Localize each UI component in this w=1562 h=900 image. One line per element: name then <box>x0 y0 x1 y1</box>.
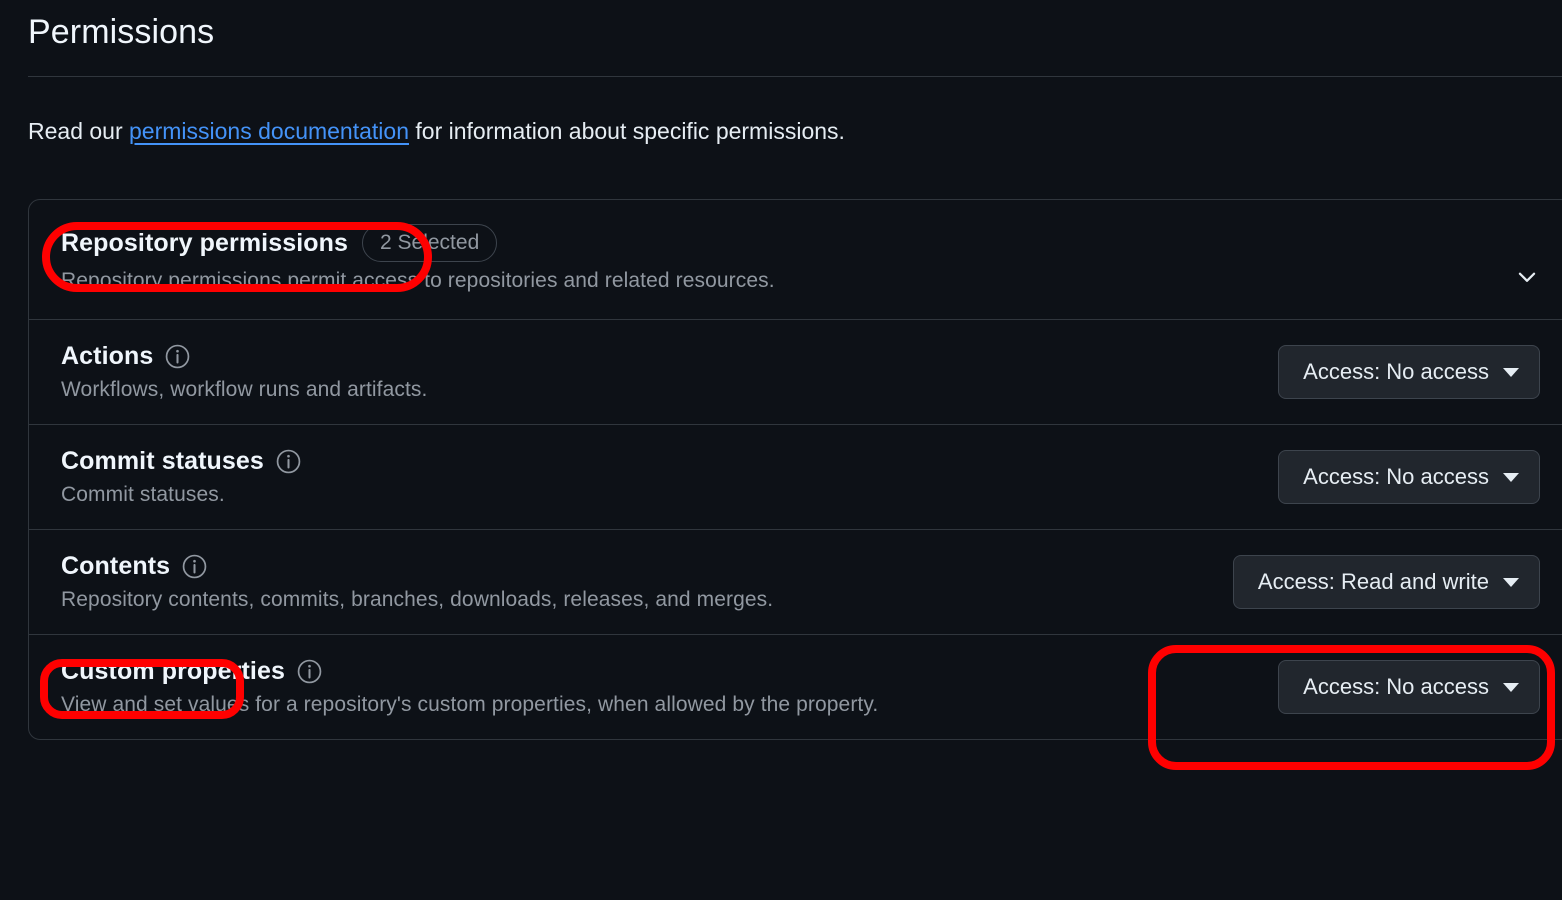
caret-down-icon <box>1503 577 1519 587</box>
info-icon[interactable] <box>276 449 301 474</box>
repository-permissions-card: Repository permissions 2 Selected Reposi… <box>28 199 1562 740</box>
permission-info-custom-properties: Custom properties View and set values fo… <box>61 657 878 717</box>
access-dropdown-label: Access: Read and write <box>1257 569 1489 594</box>
access-dropdown-commit-statuses[interactable]: Access: No access <box>1278 450 1540 504</box>
permission-name-custom-properties: Custom properties <box>61 657 285 685</box>
page-title: Permissions <box>28 13 215 51</box>
permission-description-contents: Repository contents, commits, branches, … <box>61 588 774 611</box>
permission-row-commit-statuses: Commit statuses Commit statuses. Access:… <box>29 424 1562 529</box>
selected-count-badge: 2 Selected <box>362 224 498 262</box>
info-icon[interactable] <box>165 344 190 369</box>
permission-name-row-actions: Actions <box>61 342 427 371</box>
access-dropdown-label: Access: No access <box>1303 674 1489 699</box>
intro-suffix: for information about specific permissio… <box>409 118 845 144</box>
access-dropdown-contents[interactable]: Access: Read and write <box>1232 555 1540 609</box>
info-icon[interactable] <box>297 659 322 684</box>
repository-permissions-title-row: Repository permissions 2 Selected <box>61 224 1546 262</box>
access-dropdown-label: Access: No access <box>1303 359 1489 384</box>
intro-prefix: Read our <box>28 118 130 144</box>
permission-name-commit-statuses: Commit statuses <box>61 447 264 475</box>
repository-permissions-header[interactable]: Repository permissions 2 Selected Reposi… <box>29 200 1562 319</box>
permission-name-row-contents: Contents <box>61 552 773 581</box>
permissions-documentation-link[interactable]: permissions documentation <box>129 118 409 144</box>
permission-row-actions: Actions Workflows, workflow runs and art… <box>29 319 1562 424</box>
permission-description-custom-properties: View and set values for a repository's c… <box>61 693 879 716</box>
permission-row-contents: Contents Repository contents, commits, b… <box>29 529 1562 634</box>
permission-name-row-custom-properties: Custom properties <box>61 657 878 686</box>
access-dropdown-actions[interactable]: Access: No access <box>1278 345 1540 399</box>
permission-name-actions: Actions <box>61 342 154 370</box>
caret-down-icon <box>1503 367 1519 377</box>
permission-row-custom-properties: Custom properties View and set values fo… <box>29 634 1562 739</box>
caret-down-icon <box>1503 682 1519 692</box>
permission-info-actions: Actions Workflows, workflow runs and art… <box>61 342 427 402</box>
title-divider <box>28 76 1562 77</box>
permission-info-contents: Contents Repository contents, commits, b… <box>61 552 773 612</box>
access-dropdown-custom-properties[interactable]: Access: No access <box>1278 660 1540 714</box>
access-dropdown-label: Access: No access <box>1303 464 1489 489</box>
chevron-down-icon[interactable] <box>1512 262 1542 292</box>
repository-permissions-description: Repository permissions permit access to … <box>61 269 775 292</box>
permission-name-contents: Contents <box>61 552 171 580</box>
repository-permissions-title: Repository permissions <box>61 228 349 257</box>
permissions-page: Permissions Read our permissions documen… <box>0 0 1562 900</box>
permission-name-row-commit-statuses: Commit statuses <box>61 447 301 476</box>
intro-text: Read our permissions documentation for i… <box>28 114 845 148</box>
permission-description-actions: Workflows, workflow runs and artifacts. <box>61 378 428 401</box>
caret-down-icon <box>1503 472 1519 482</box>
info-icon[interactable] <box>182 554 207 579</box>
permission-info-commit-statuses: Commit statuses Commit statuses. <box>61 447 301 507</box>
permission-description-commit-statuses: Commit statuses. <box>61 483 225 506</box>
